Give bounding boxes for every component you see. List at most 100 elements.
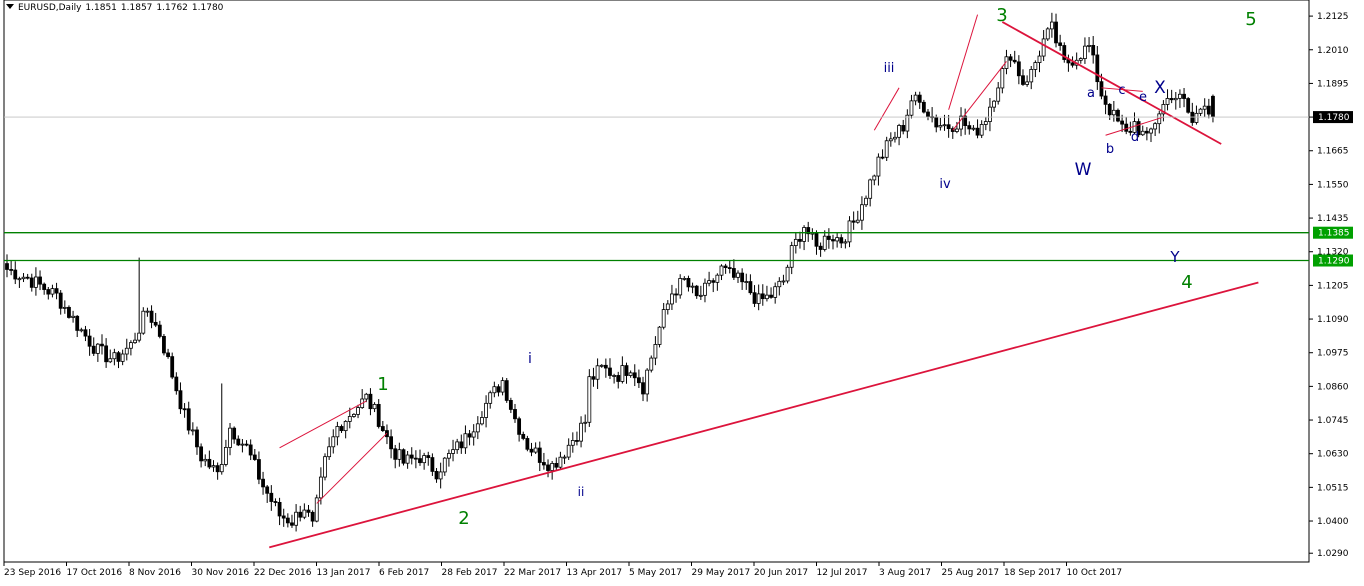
candle-body-down <box>752 292 757 304</box>
candle-body-up <box>21 276 26 280</box>
candle <box>1012 50 1017 64</box>
candle <box>645 368 650 402</box>
candle-body-up <box>703 282 707 296</box>
candle <box>884 136 889 162</box>
candle-body-up <box>302 509 307 518</box>
candle-body-up <box>95 343 100 354</box>
candle-body-down <box>182 408 187 411</box>
candle-body-down <box>723 265 728 268</box>
candle-body-down <box>546 464 550 471</box>
x-tick-label: 28 Feb 2017 <box>442 568 498 578</box>
candle-body-down <box>917 94 922 103</box>
candle <box>186 401 191 435</box>
y-tick-label: 1.2125 <box>1317 12 1349 22</box>
candle-body-down <box>814 232 819 247</box>
candle-body-up <box>670 293 674 305</box>
candle <box>537 441 542 472</box>
candle <box>178 382 183 414</box>
candle-body-down <box>54 288 59 294</box>
candle-body-up <box>343 421 348 432</box>
candle-body-up <box>1041 38 1046 57</box>
candle <box>1198 107 1203 117</box>
candle <box>323 453 327 481</box>
ohlc-low: 1.1762 <box>156 3 188 13</box>
candle-body-down <box>215 465 220 473</box>
candle <box>475 416 480 440</box>
level-price-label: 1.1385 <box>1318 229 1350 239</box>
candle <box>608 358 612 379</box>
candle-body-up <box>583 421 588 424</box>
candle <box>591 367 596 387</box>
candle <box>360 389 365 409</box>
candle-body-up <box>314 497 319 522</box>
candle <box>562 454 567 464</box>
candle-body-down <box>401 449 406 464</box>
candle-body-down <box>529 448 534 453</box>
candle-body-up <box>34 276 38 288</box>
candle <box>508 397 513 414</box>
candle <box>1140 125 1145 136</box>
candle-body-down <box>798 238 802 242</box>
candle-body-down <box>1058 42 1063 46</box>
candle <box>484 395 488 428</box>
candle <box>471 424 476 446</box>
candle-body-down <box>591 376 596 380</box>
candle <box>79 327 84 333</box>
candle <box>661 302 666 330</box>
candle <box>492 381 497 398</box>
candle-body-down <box>389 436 393 450</box>
candle <box>938 117 943 131</box>
candle-body-down <box>174 376 179 392</box>
candle-body-down <box>434 470 439 480</box>
candle-body-down <box>153 321 158 326</box>
candle-body-down <box>269 492 274 502</box>
candle <box>1021 69 1025 86</box>
candle-body-up <box>1078 58 1083 61</box>
candle-body-down <box>603 364 608 369</box>
candle-body-up <box>876 156 881 177</box>
candle <box>983 117 988 131</box>
dropdown-triangle-icon[interactable] <box>6 4 14 9</box>
candle-body-down <box>641 382 645 395</box>
candle <box>773 282 778 304</box>
candle <box>1165 89 1170 111</box>
candle-body-down <box>162 336 166 354</box>
long-term-trendline <box>269 281 1259 549</box>
candle-body-up <box>665 303 670 310</box>
wave-label-d: d <box>1131 130 1139 145</box>
candle <box>1153 122 1158 137</box>
candle <box>707 271 711 287</box>
candle-body-down <box>178 390 183 410</box>
candle-body-up <box>71 315 75 318</box>
candle <box>170 352 175 380</box>
candle <box>1149 127 1153 143</box>
candle-body-down <box>393 448 398 460</box>
symbol-label: EURUSD,Daily <box>18 3 82 13</box>
candle-body-up <box>17 278 22 281</box>
candle <box>595 358 600 389</box>
candle-body-up <box>203 458 208 462</box>
candle <box>781 274 786 286</box>
candle-body-down <box>1206 105 1211 115</box>
candle <box>352 413 356 418</box>
candle-body-down <box>542 462 546 466</box>
candle <box>1173 91 1178 110</box>
candle <box>665 300 670 315</box>
candle-body-up <box>1087 45 1091 47</box>
candle <box>765 285 769 302</box>
candle-body-up <box>447 453 451 459</box>
candle-body-up <box>451 449 455 454</box>
candle <box>174 372 179 395</box>
candle <box>971 125 976 131</box>
candle-body-up <box>789 245 794 268</box>
candle <box>744 273 749 290</box>
candle <box>409 447 414 465</box>
candle <box>166 348 170 359</box>
candle <box>711 278 716 293</box>
candle-body-down <box>851 220 856 223</box>
candle <box>926 109 930 121</box>
candle-body-down <box>380 426 385 431</box>
candle <box>550 460 555 480</box>
candle <box>1111 100 1116 122</box>
candle-body-up <box>678 278 683 296</box>
